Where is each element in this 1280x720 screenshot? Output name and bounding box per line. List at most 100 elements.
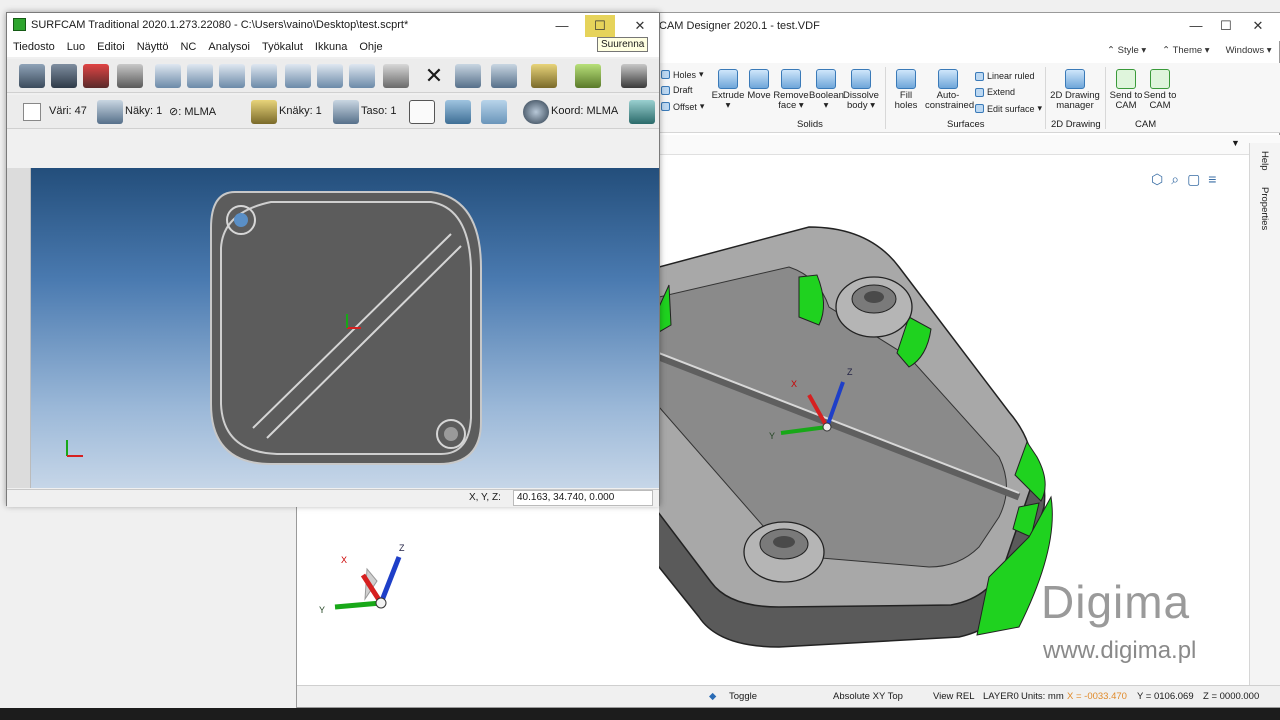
open-file-icon[interactable]: [51, 64, 77, 88]
digima-url: www.digima.pl: [1043, 637, 1197, 664]
zoom-previous-icon[interactable]: [349, 64, 375, 88]
coord-icon[interactable]: [523, 100, 549, 124]
coord-label[interactable]: Koord: MLMA: [551, 105, 618, 117]
linear-ruled-button[interactable]: Linear ruled: [975, 71, 1035, 81]
xyz-label: X, Y, Z:: [469, 492, 501, 503]
menu-tiedosto[interactable]: Tiedosto: [7, 37, 61, 57]
view-cube-icons[interactable]: ⬡⌕▢≡: [1151, 171, 1224, 188]
2d-drawing-manager-button[interactable]: 2D Drawing manager: [1049, 69, 1101, 111]
visibility-icon[interactable]: [97, 100, 123, 124]
units-label: Units: mm: [1021, 691, 1064, 702]
color-label[interactable]: Väri: 47: [49, 105, 87, 117]
solid-icon[interactable]: [481, 100, 507, 124]
cad-minimize-button[interactable]: —: [1181, 15, 1211, 37]
remove-face-button[interactable]: Remove face ▾: [773, 69, 809, 111]
rotate-icon[interactable]: [187, 64, 213, 88]
zoom-window-icon[interactable]: [219, 64, 245, 88]
new-file-icon[interactable]: [19, 64, 45, 88]
extrude-button[interactable]: Extrude ▾: [711, 69, 745, 111]
z-coordinate: Z = 0000.000: [1203, 691, 1260, 702]
surfcam-minimize-button[interactable]: —: [547, 15, 577, 37]
menu-naytto[interactable]: Näyttö: [131, 37, 175, 57]
edit-surface-button[interactable]: Edit surface ▾: [975, 103, 1042, 114]
extend-icon: [975, 87, 984, 97]
color-swatch[interactable]: [23, 103, 41, 121]
cad-maximize-button[interactable]: ☐: [1211, 15, 1241, 37]
save-file-icon[interactable]: [83, 64, 109, 88]
shaded-icon[interactable]: [445, 100, 471, 124]
menu-editoi[interactable]: Editoi: [91, 37, 131, 57]
surfcam-empty-toolbar-area: [7, 131, 659, 167]
surfcam-close-button[interactable]: ✕: [625, 15, 655, 37]
tool-icon[interactable]: [531, 64, 557, 88]
windows-menu[interactable]: Windows ▾: [1226, 45, 1272, 56]
properties-tab[interactable]: Properties: [1259, 187, 1270, 230]
edit-surface-icon: [975, 104, 984, 113]
delete-icon[interactable]: ✕: [421, 64, 447, 88]
part-axis-x-label: X: [791, 379, 797, 389]
offset-button[interactable]: Offset ▾: [661, 101, 704, 112]
2d-drawing-group-label: 2D Drawing: [1051, 119, 1101, 130]
drawing-manager-icon: [1065, 69, 1085, 89]
wireframe-icon[interactable]: [409, 100, 435, 124]
ribbon-collapse-icon[interactable]: ▼: [1231, 138, 1240, 148]
maximize-tooltip: Suurenna: [597, 37, 649, 52]
pan-icon[interactable]: [285, 64, 311, 88]
surfcam-window-title: SURFCAM Traditional 2020.1.273.22080 - C…: [31, 19, 409, 31]
fill-holes-button[interactable]: Fill holes: [889, 69, 923, 111]
cad-ribbon: Holes ▾ Draft Offset ▾ Extrude ▾ Move Rem…: [659, 63, 1280, 133]
surfcam-title-bar: SURFCAM Traditional 2020.1.273.22080 - C…: [7, 13, 659, 37]
help-tab[interactable]: Help: [1259, 151, 1270, 171]
sight-icon[interactable]: [251, 100, 277, 124]
camera-icon[interactable]: [621, 64, 647, 88]
move-button[interactable]: Move: [745, 69, 773, 101]
toggle-icon[interactable]: ◆: [709, 691, 716, 702]
zoom-in-icon[interactable]: [317, 64, 343, 88]
menu-ohje[interactable]: Ohje: [353, 37, 388, 57]
auto-constrained-button[interactable]: Auto-constrained: [925, 69, 974, 111]
menu-luo[interactable]: Luo: [61, 37, 91, 57]
zoom-out-icon[interactable]: [251, 64, 277, 88]
axis-x-label: X: [341, 555, 347, 565]
view-mode[interactable]: View REL: [933, 691, 975, 702]
sight-label[interactable]: Knäky: 1: [279, 105, 322, 117]
tool-green-icon[interactable]: [575, 64, 601, 88]
tree-icon[interactable]: [491, 64, 517, 88]
machine-icon[interactable]: [629, 100, 655, 124]
style-menu[interactable]: ⌃ Style ▾: [1107, 45, 1146, 56]
toggle-button[interactable]: Toggle: [729, 691, 757, 702]
boolean-button[interactable]: Boolean ▾: [809, 69, 844, 111]
surfcam-viewport[interactable]: [31, 168, 659, 488]
menu-ikkuna[interactable]: Ikkuna: [309, 37, 353, 57]
send-to-cam-button-2[interactable]: Send to CAM: [1143, 69, 1177, 111]
surfcam-maximize-button[interactable]: ☐: [585, 15, 615, 37]
zoom-all-icon[interactable]: [155, 64, 181, 88]
holes-icon: [661, 70, 670, 79]
holes-button[interactable]: Holes ▾: [661, 69, 704, 80]
menu-analysoi[interactable]: Analysoi: [202, 37, 256, 57]
transform-icon[interactable]: [455, 64, 481, 88]
menu-tyokalut[interactable]: Työkalut: [256, 37, 309, 57]
ribbon-separator: [1045, 67, 1046, 129]
taskbar: [0, 708, 1280, 720]
visibility-label[interactable]: Näky: 1: [125, 105, 162, 117]
dissolve-body-button[interactable]: Dissolve body ▾: [843, 69, 879, 111]
cad-close-button[interactable]: ✕: [1243, 15, 1273, 37]
theme-menu[interactable]: ⌃ Theme ▾: [1162, 45, 1209, 56]
surfcam-menu-bar: Tiedosto Luo Editoi Näyttö NC Analysoi T…: [7, 37, 659, 57]
brush-icon[interactable]: [383, 64, 409, 88]
absolute-mode[interactable]: Absolute XY Top: [833, 691, 903, 702]
offset-icon: [661, 102, 670, 111]
part-axis-z-label: Z: [847, 367, 853, 377]
print-icon[interactable]: [117, 64, 143, 88]
extrude-icon: [718, 69, 738, 89]
send-to-cam-button-1[interactable]: Send to CAM: [1109, 69, 1143, 111]
plane-label[interactable]: Taso: 1: [361, 105, 396, 117]
mlma-label[interactable]: ⊘: MLMA: [169, 105, 216, 118]
layer-name[interactable]: LAYER0: [983, 691, 1019, 702]
draft-button[interactable]: Draft: [661, 85, 693, 95]
menu-nc[interactable]: NC: [174, 37, 202, 57]
move-icon: [749, 69, 769, 89]
extend-button[interactable]: Extend: [975, 87, 1015, 97]
plane-icon[interactable]: [333, 100, 359, 124]
